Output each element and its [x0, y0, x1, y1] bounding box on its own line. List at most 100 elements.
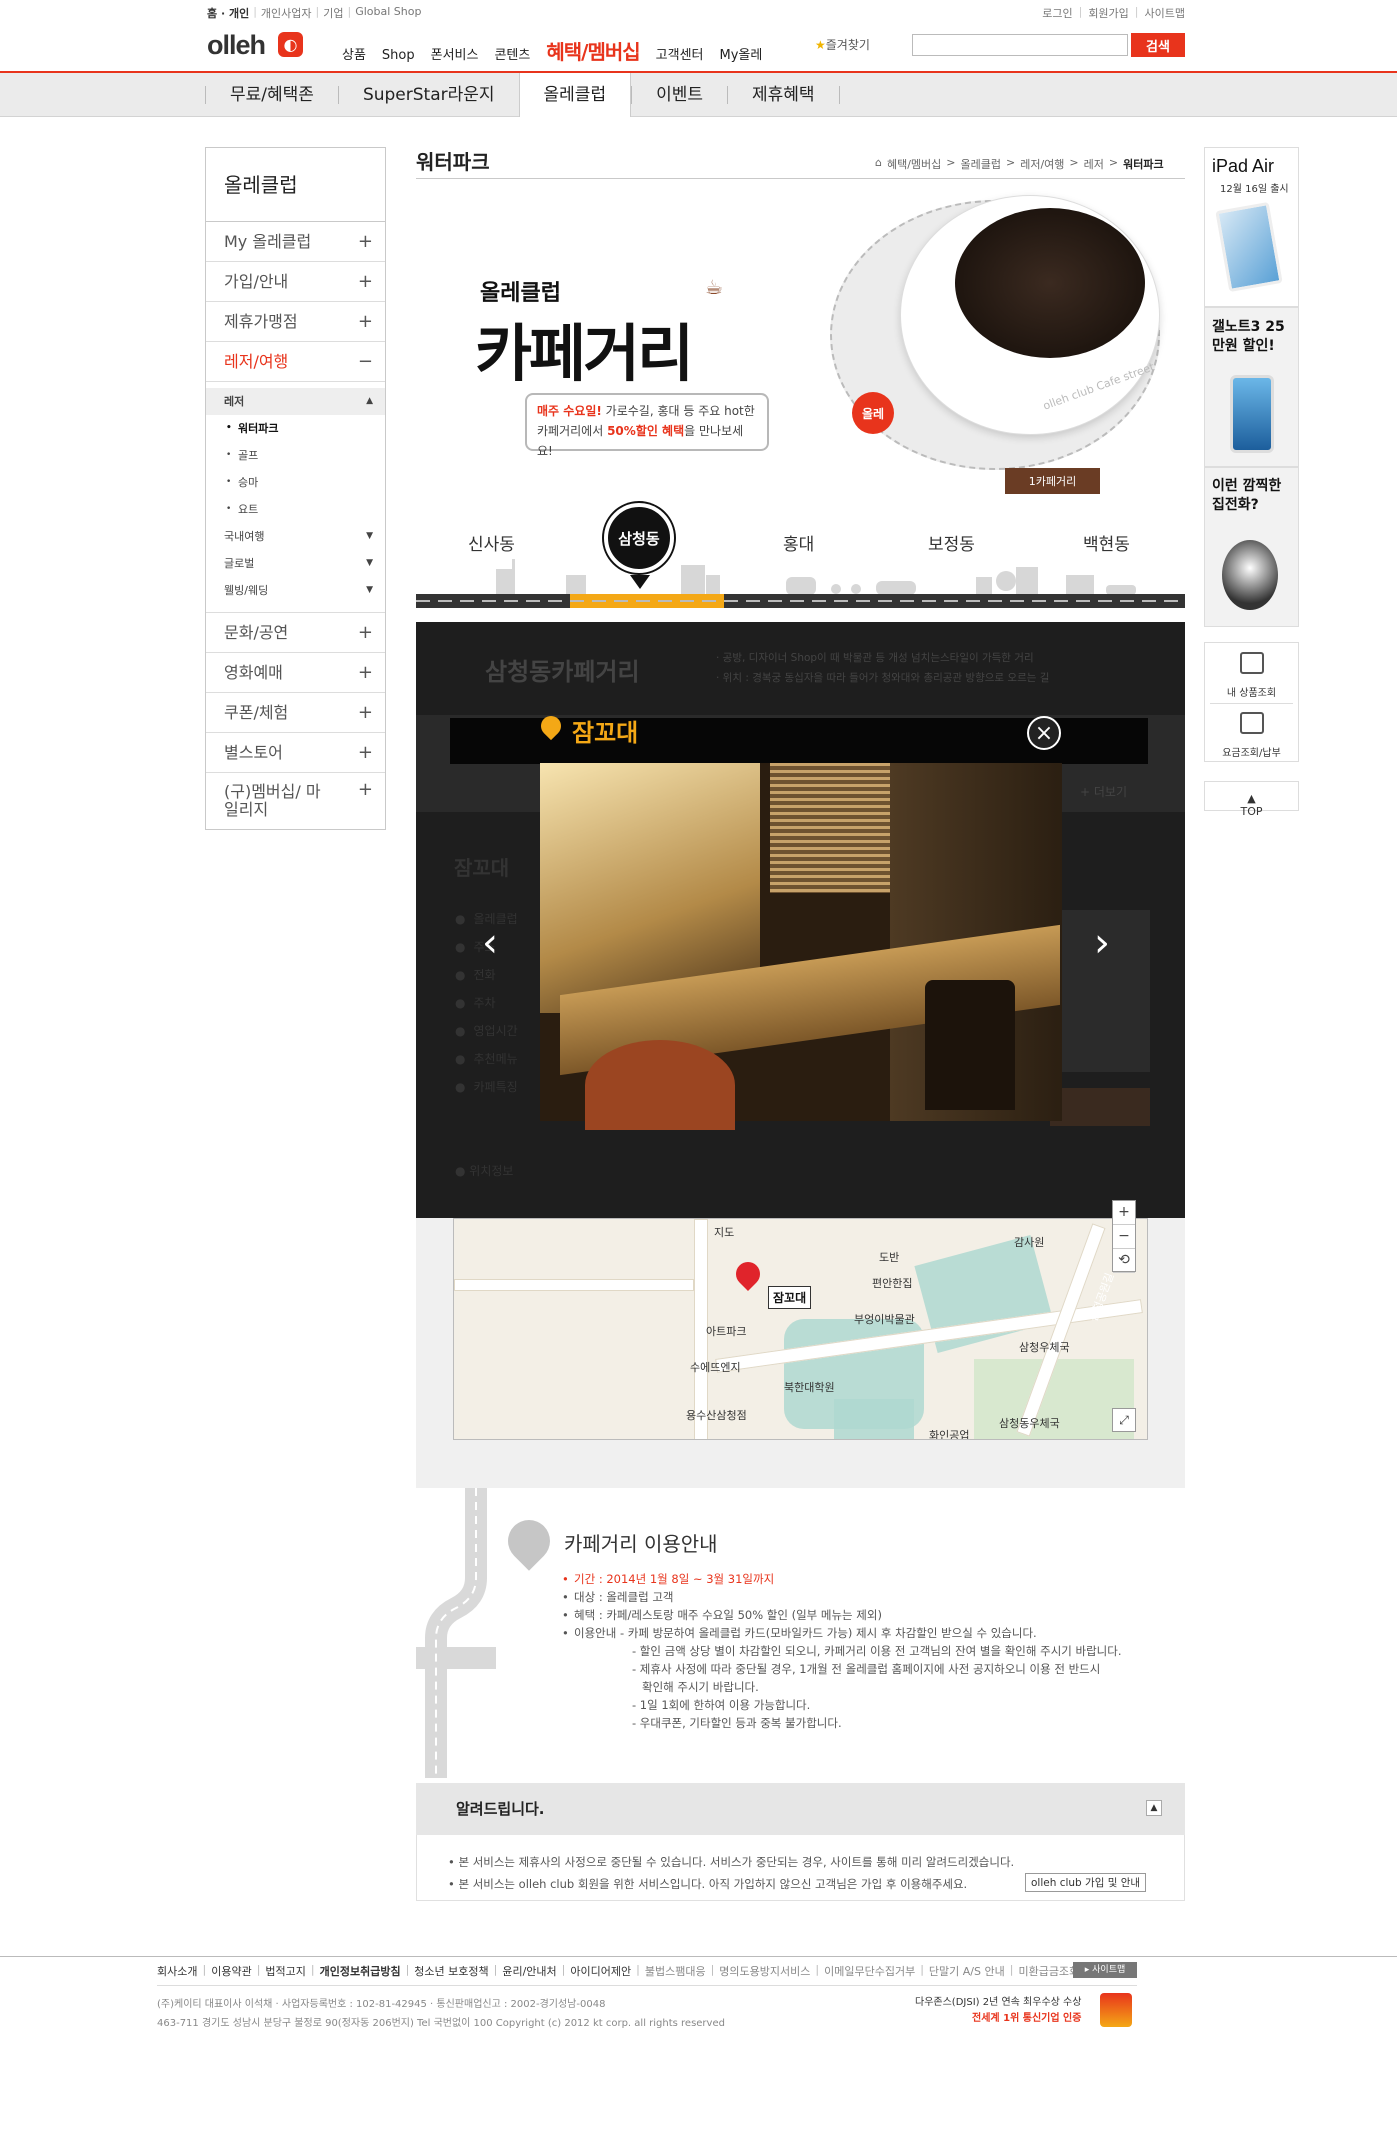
- top-button[interactable]: ▲ TOP: [1204, 781, 1299, 818]
- util-home-personal[interactable]: 홈 · 개인: [207, 5, 249, 21]
- subnav-superstar[interactable]: SuperStar라운지: [337, 86, 519, 104]
- notice-toggle-button[interactable]: ▲: [1146, 1800, 1162, 1816]
- star-icon: ★: [815, 38, 826, 52]
- tab-baekhyeon[interactable]: 백현동: [1083, 530, 1130, 555]
- footer-link[interactable]: 불법스팸대응: [645, 1963, 706, 1979]
- ad-home-phone-title: 이런 깜찍한 집전화?: [1212, 478, 1282, 513]
- footer-link[interactable]: 법적고지: [265, 1963, 305, 1979]
- tab-sinsa[interactable]: 신사동: [468, 530, 515, 555]
- lnb-sub-head[interactable]: 레저 ▲: [206, 388, 385, 415]
- gnb-shop[interactable]: Shop: [382, 48, 415, 63]
- breadcrumb-3[interactable]: 레저/여행: [1020, 156, 1064, 172]
- road-dash: [416, 600, 1185, 602]
- plus-icon: +: [357, 742, 373, 763]
- login-link[interactable]: 로그인: [1042, 5, 1072, 21]
- gnb-my-olleh[interactable]: My올레: [720, 44, 763, 63]
- util-enterprise[interactable]: 기업: [323, 5, 343, 21]
- zoom-out-button[interactable]: −: [1113, 1225, 1135, 1249]
- coffee-illustration: [955, 208, 1145, 358]
- subnav-partner[interactable]: 제휴혜택: [727, 86, 840, 104]
- footer-link[interactable]: 윤리/안내처: [502, 1963, 556, 1979]
- banner-bubble: 매주 수요일! 가로수길, 홍대 등 주요 hot한 카페거리에서 50%할인 …: [525, 393, 769, 458]
- map[interactable]: 지도 도반 감사원 편안한집 부엉이박물관 아트파크 수에뜨엔지 북한대학원 용…: [453, 1218, 1148, 1440]
- footer-link[interactable]: 단말기 A/S 안내: [929, 1963, 1005, 1979]
- lnb-golf[interactable]: 골프: [224, 442, 385, 469]
- subnav-olleh-club[interactable]: 올레클럽: [518, 73, 632, 117]
- plus-icon: +: [357, 271, 373, 292]
- lnb-title: 올레클럽: [206, 148, 385, 222]
- tab-bojeong[interactable]: 보정동: [928, 530, 975, 555]
- ad-ipad-title: iPad Air: [1212, 156, 1275, 176]
- footer-link[interactable]: 미환급금조회: [1018, 1963, 1079, 1979]
- gnb-products[interactable]: 상품: [342, 44, 366, 63]
- prev-arrow-icon[interactable]: ‹: [482, 920, 498, 966]
- lnb-horse[interactable]: 승마: [224, 469, 385, 496]
- chevron-up-icon: ▲: [366, 396, 373, 406]
- lnb-old-membership[interactable]: (구)멤버십/ 마일리지 +: [206, 773, 385, 829]
- gnb-benefits[interactable]: 혜택/멤버십: [546, 36, 640, 65]
- footer-link[interactable]: 명의도용방지서비스: [719, 1963, 810, 1979]
- gnb-phone-service[interactable]: 폰서비스: [431, 44, 479, 63]
- product-search-icon: [1240, 652, 1264, 674]
- footer-link[interactable]: 개인정보취급방침: [320, 1963, 401, 1979]
- search-input[interactable]: [912, 34, 1128, 56]
- lnb-global[interactable]: 글로벌 ▼: [224, 550, 385, 577]
- subnav-free[interactable]: 무료/혜택존: [205, 86, 338, 104]
- notice-list: 본 서비스는 제휴사의 사정으로 중단될 수 있습니다. 서비스가 중단되는 경…: [448, 1851, 1014, 1895]
- lnb-coupon[interactable]: 쿠폰/체험 +: [206, 693, 385, 733]
- olleh-logo[interactable]: olleh: [207, 30, 266, 61]
- footer-link[interactable]: 청소년 보호정책: [414, 1963, 488, 1979]
- plus-icon: +: [357, 662, 373, 683]
- next-arrow-icon[interactable]: ›: [1094, 920, 1110, 966]
- zoom-in-button[interactable]: +: [1113, 1201, 1135, 1225]
- map-zoom-control: + − ⟲: [1112, 1200, 1136, 1273]
- coffee-cup-icon: ☕: [705, 275, 723, 299]
- tab-hongdae[interactable]: 홍대: [783, 530, 814, 555]
- search-button[interactable]: 검색: [1131, 33, 1185, 57]
- util-biz[interactable]: 개인사업자: [261, 5, 312, 21]
- quick-my-products[interactable]: 내 상품조회: [1204, 684, 1299, 699]
- breadcrumb-4[interactable]: 레저: [1084, 156, 1104, 172]
- lnb-my-club[interactable]: My 올레클럽 +: [206, 222, 385, 262]
- seal-badge: 올레: [852, 392, 894, 434]
- util-global[interactable]: Global Shop: [355, 5, 421, 21]
- join-link[interactable]: 회원가입: [1088, 5, 1128, 21]
- skyline-illustration: [496, 559, 1136, 595]
- tab-pin-tip: [630, 575, 650, 589]
- lnb-movie[interactable]: 영화예매 +: [206, 653, 385, 693]
- minus-icon: −: [357, 351, 373, 372]
- footer-link[interactable]: 아이디어제안: [570, 1963, 631, 1979]
- lnb-partners[interactable]: 제휴가맹점 +: [206, 302, 385, 342]
- footer-link[interactable]: 이메일무단수집거부: [824, 1963, 915, 1979]
- club-join-link[interactable]: olleh club 가입 및 안내: [1025, 1873, 1147, 1892]
- plus-icon: +: [357, 779, 373, 800]
- footer-link[interactable]: 이용약관: [211, 1963, 251, 1979]
- gnb-customer[interactable]: 고객센터: [656, 44, 704, 63]
- subnav-event[interactable]: 이벤트: [631, 86, 727, 104]
- breadcrumb-1[interactable]: 혜택/멤버십: [887, 156, 941, 172]
- lnb-culture[interactable]: 문화/공연 +: [206, 613, 385, 653]
- gnb-contents[interactable]: 콘텐츠: [494, 44, 530, 63]
- lnb-wellbeing[interactable]: 웰빙/웨딩 ▼: [224, 577, 385, 604]
- quick-bill[interactable]: 요금조회/납부: [1204, 744, 1299, 759]
- map-reset-button[interactable]: ⟲: [1113, 1249, 1135, 1273]
- footer-sitemap-button[interactable]: ▸ 사이트맵: [1073, 1962, 1137, 1978]
- footer-link[interactable]: 회사소개: [157, 1963, 197, 1979]
- tab-samcheong[interactable]: 삼청동: [604, 503, 674, 573]
- lnb-waterpark[interactable]: 워터파크: [224, 415, 385, 442]
- lnb-leisure[interactable]: 레저/여행 −: [206, 342, 385, 382]
- lnb-domestic[interactable]: 국내여행 ▼: [224, 523, 385, 550]
- sitemap-link[interactable]: 사이트맵: [1145, 5, 1185, 21]
- plus-icon: +: [357, 622, 373, 643]
- breadcrumb-2[interactable]: 올레클럽: [961, 156, 1001, 172]
- road-illustration: [416, 1488, 496, 1778]
- favorites-link[interactable]: ★즐겨찾기: [815, 36, 870, 53]
- left-nav: 올레클럽 My 올레클럽+ 가입/안내+ 제휴가맹점+ 레저/여행− 레저▲ 워…: [205, 147, 386, 830]
- close-button[interactable]: ×: [1027, 716, 1061, 750]
- lnb-join[interactable]: 가입/안내 +: [206, 262, 385, 302]
- breadcrumb: ⌂ 혜택/멤버십 > 올레클럽 > 레저/여행 > 레저 > 워터파크: [875, 156, 1164, 172]
- map-fullscreen-button[interactable]: ⤢: [1112, 1408, 1136, 1432]
- lnb-yacht[interactable]: 요트: [224, 496, 385, 523]
- util-nav-right: 로그인 | 회원가입 | 사이트맵: [1042, 5, 1185, 21]
- lnb-star-store[interactable]: 별스토어 +: [206, 733, 385, 773]
